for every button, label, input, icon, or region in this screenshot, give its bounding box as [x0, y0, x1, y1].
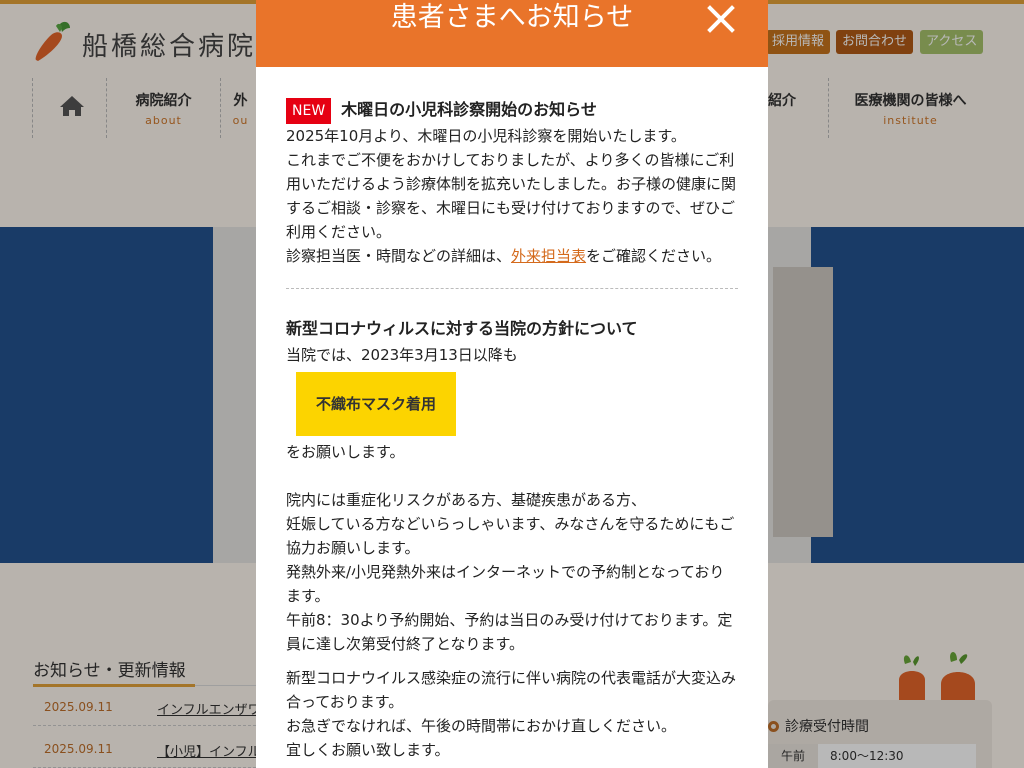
notice-text: これまでご不便をおかけしておりましたが、より多くの皆様にご利用いただけるよう診療… [286, 151, 737, 241]
notice-text: 発熱外来/小児発熱外来はインターネットでの予約制となっております。 [286, 563, 725, 605]
outpatient-schedule-link[interactable]: 外来担当表 [511, 247, 586, 265]
notice-title-text: 木曜日の小児科診察開始のお知らせ [341, 100, 597, 119]
close-icon[interactable] [704, 2, 738, 36]
notice-modal: 患者さまへお知らせ NEW 木曜日の小児科診察開始のお知らせ 2025年10月より… [256, 0, 768, 768]
modal-header: 患者さまへお知らせ [256, 0, 768, 67]
detail-prefix: 診察担当医・時間などの詳細は、 [286, 247, 512, 265]
new-badge: NEW [286, 98, 332, 124]
notice-text: 院内には重症化リスクがある方、基礎疾患がある方、 [286, 491, 647, 509]
notice-title: NEW 木曜日の小児科診察開始のお知らせ [286, 96, 738, 124]
notice-text: 妊娠している方などいらっしゃいます、みなさんを守るためにもご協力お願いします。 [286, 515, 735, 557]
section-divider [286, 288, 738, 289]
modal-body: NEW 木曜日の小児科診察開始のお知らせ 2025年10月より、木曜日の小児科診察… [286, 96, 738, 762]
notice-detail: 診察担当医・時間などの詳細は、外来担当表をご確認ください。 [286, 244, 738, 268]
notice-text: をお願いします。 [286, 443, 405, 461]
notice-text: 午前8：30より予約開始、予約は当日のみ受け付けております。定員に達し次第受付終… [286, 611, 733, 653]
mask-highlight: 不織布マスク着用 [296, 372, 457, 436]
notice-text: お急ぎでなければ、午後の時間帯におかけ直しください。 [286, 717, 677, 735]
notice-text: 宜しくお願い致します。 [286, 741, 450, 759]
modal-title: 患者さまへお知らせ [390, 2, 634, 33]
notice-title: 新型コロナウィルスに対する当院の方針について [286, 319, 638, 338]
notice-text: 2025年10月より、木曜日の小児科診察を開始いたします。 [286, 127, 686, 145]
notice-text: 新型コロナウイルス感染症の流行に伴い病院の代表電話が大変込み合っております。 [286, 669, 737, 711]
notice-text: 当院では、2023年3月13日以降も [286, 346, 518, 364]
detail-suffix: をご確認ください。 [586, 247, 722, 265]
